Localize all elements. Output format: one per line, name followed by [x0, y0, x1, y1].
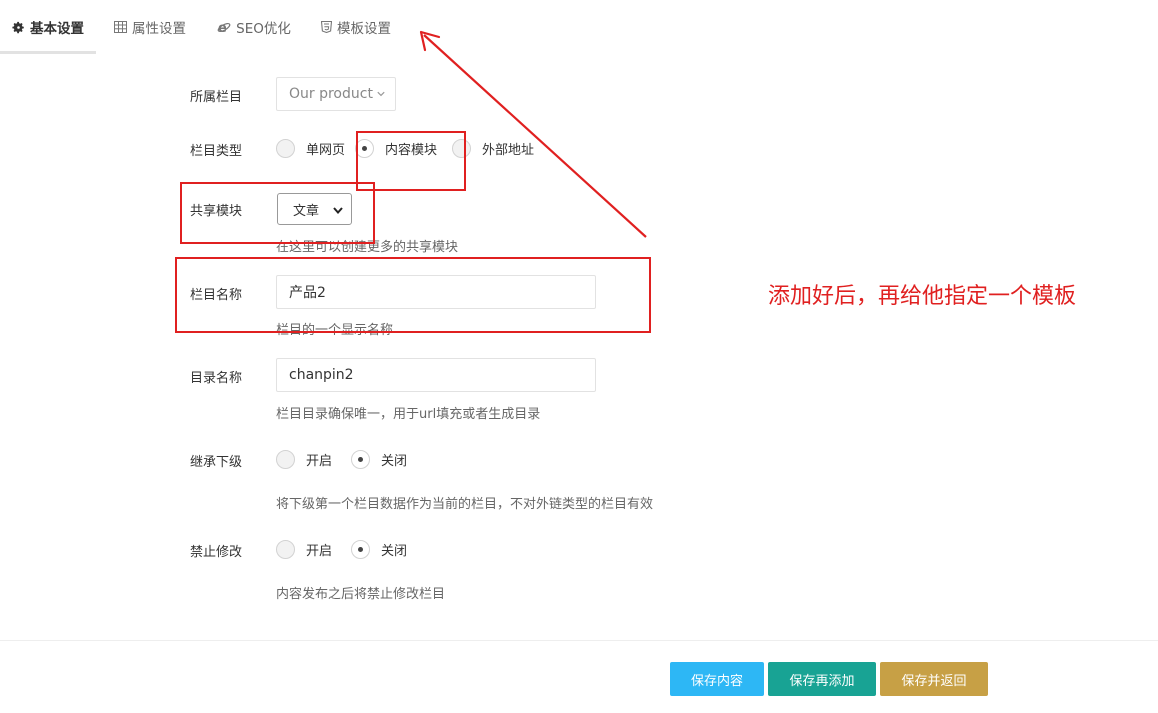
save-and-return-button[interactable]: 保存并返回 — [880, 662, 988, 696]
column-name-label: 栏目名称 — [190, 288, 243, 303]
radio-button[interactable] — [452, 139, 472, 158]
inherit-sub-hint: 将下级第一个栏目数据作为当前的栏目，不对外链类型的栏目有效 — [276, 497, 654, 512]
chevron-down-icon — [333, 204, 343, 219]
forbid-edit-hint: 内容发布之后将禁止修改栏目 — [276, 587, 446, 602]
parent-column-label: 所属栏目 — [190, 90, 243, 105]
column-type-single-page[interactable]: 单网页 — [276, 139, 345, 158]
column-type-radio-group: 单网页 内容模块 外部地址 — [276, 139, 544, 158]
tab-seo-optimization-label: SEO优化 — [236, 21, 291, 37]
save-content-button[interactable]: 保存内容 — [670, 662, 764, 696]
inherit-sub-off[interactable]: 关闭 — [351, 450, 407, 469]
column-name-hint: 栏目的一个显示名称 — [276, 323, 394, 338]
tab-attribute-settings-label: 属性设置 — [132, 21, 186, 37]
radio-label: 关闭 — [381, 454, 408, 469]
tab-basic-settings[interactable]: 基本设置 — [0, 0, 96, 54]
radio-button[interactable] — [276, 139, 295, 158]
radio-button-checked[interactable] — [351, 540, 371, 559]
tab-basic-settings-label: 基本设置 — [30, 21, 84, 37]
column-name-input[interactable] — [276, 275, 596, 309]
radio-label: 外部地址 — [482, 143, 535, 158]
parent-column-value: Our product — [289, 86, 373, 102]
tab-bar: 基本设置 属性设置 e SEO优化 模板设置 — [0, 0, 1158, 54]
inherit-sub-radio-group: 开启 关闭 — [276, 450, 417, 469]
radio-button-checked[interactable] — [351, 450, 371, 469]
ie-browser-icon: e — [217, 20, 231, 34]
radio-label: 内容模块 — [385, 143, 438, 158]
shared-module-label: 共享模块 — [190, 204, 243, 219]
tab-attribute-settings[interactable]: 属性设置 — [102, 0, 198, 54]
radio-button-checked[interactable] — [355, 139, 375, 158]
forbid-edit-radio-group: 开启 关闭 — [276, 540, 417, 559]
radio-label: 开启 — [306, 454, 333, 469]
footer-divider — [0, 640, 1158, 641]
directory-name-input[interactable] — [276, 358, 596, 392]
annotation-text: 添加好后，再给他指定一个模板 — [768, 284, 1077, 309]
radio-label: 开启 — [306, 544, 333, 559]
column-type-content-module[interactable]: 内容模块 — [355, 139, 437, 158]
tab-seo-optimization[interactable]: e SEO优化 — [206, 0, 302, 54]
inherit-sub-on[interactable]: 开启 — [276, 450, 332, 469]
radio-button[interactable] — [276, 540, 295, 559]
table-icon — [114, 21, 127, 33]
radio-label: 单网页 — [306, 143, 346, 158]
gear-icon — [12, 21, 25, 34]
html5-icon — [321, 21, 332, 33]
directory-name-hint: 栏目目录确保唯一，用于url填充或者生成目录 — [276, 407, 541, 422]
inherit-sub-label: 继承下级 — [190, 455, 243, 470]
save-and-add-button[interactable]: 保存再添加 — [768, 662, 876, 696]
column-type-external-url[interactable]: 外部地址 — [452, 139, 534, 158]
tab-template-settings[interactable]: 模板设置 — [308, 0, 404, 54]
column-type-label: 栏目类型 — [190, 144, 243, 159]
directory-name-label: 目录名称 — [190, 371, 243, 386]
shared-module-select[interactable]: 文章 — [277, 193, 352, 225]
chevron-down-icon — [377, 91, 385, 97]
shared-module-value: 文章 — [293, 203, 320, 219]
shared-module-hint: 在这里可以创建更多的共享模块 — [276, 240, 459, 255]
radio-button[interactable] — [276, 450, 295, 469]
annotation-arrow — [419, 30, 647, 238]
forbid-edit-label: 禁止修改 — [190, 545, 243, 560]
forbid-edit-on[interactable]: 开启 — [276, 540, 332, 559]
parent-column-select[interactable]: Our product — [276, 77, 396, 111]
forbid-edit-off[interactable]: 关闭 — [351, 540, 407, 559]
tab-template-settings-label: 模板设置 — [337, 21, 391, 37]
radio-label: 关闭 — [381, 544, 408, 559]
